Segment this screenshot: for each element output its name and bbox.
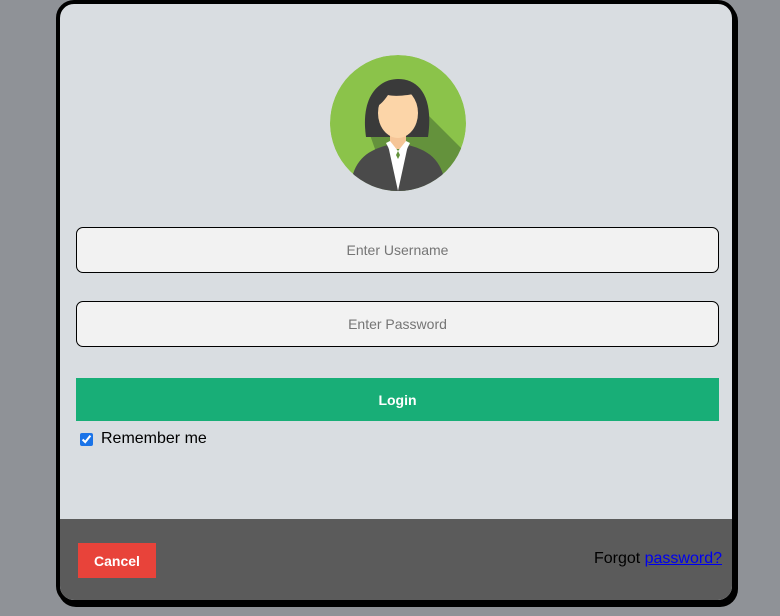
cancel-button[interactable]: Cancel <box>78 543 156 578</box>
username-input[interactable] <box>76 227 719 273</box>
forgot-password-link[interactable]: password? <box>645 550 722 567</box>
remember-me-checkbox[interactable] <box>80 432 93 446</box>
forgot-password-text: Forgot password? <box>594 550 722 568</box>
login-button[interactable]: Login <box>76 378 719 421</box>
remember-me-label: Remember me <box>101 430 207 447</box>
remember-me: Remember me <box>80 430 207 448</box>
login-modal: Login Remember me Cancel Forgot password… <box>56 0 736 604</box>
forgot-prefix: Forgot <box>593 550 645 567</box>
password-input[interactable] <box>76 301 719 347</box>
female-user-avatar-icon <box>330 55 466 191</box>
modal-footer: Cancel Forgot password? <box>60 519 732 600</box>
